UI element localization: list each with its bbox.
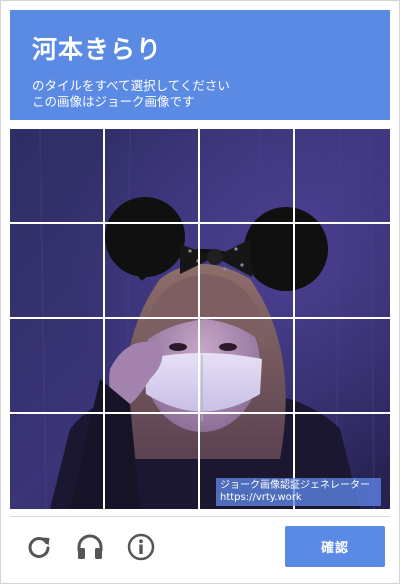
image-tile-grid: ジョーク画像認証ジェネレーター https://vrty.work — [10, 129, 390, 509]
watermark-title: ジョーク画像認証ジェネレーター — [220, 480, 370, 491]
grid-tile[interactable] — [295, 224, 390, 317]
grid-tile[interactable] — [200, 224, 293, 317]
verify-button[interactable]: 確認 — [285, 526, 385, 567]
watermark-url: https://vrty.work — [220, 492, 302, 503]
grid-tile[interactable] — [10, 319, 103, 412]
joke-notice-text: この画像はジョーク画像です — [32, 94, 195, 109]
grid-tile[interactable] — [200, 319, 293, 412]
grid-tile[interactable] — [105, 414, 198, 509]
reload-icon[interactable] — [24, 532, 54, 562]
grid-tile[interactable] — [295, 319, 390, 412]
grid-tile[interactable] — [10, 129, 103, 222]
grid-tile[interactable] — [200, 129, 293, 222]
generator-watermark: ジョーク画像認証ジェネレーター https://vrty.work — [216, 478, 381, 506]
grid-tile[interactable] — [10, 224, 103, 317]
captcha-header: 河本きらり のタイルをすべて選択してください この画像はジョーク画像です — [10, 10, 390, 120]
instruction-text: のタイルをすべて選択してください — [32, 78, 230, 93]
info-icon[interactable] — [126, 532, 156, 562]
grid-tile[interactable] — [105, 129, 198, 222]
grid-tile[interactable] — [10, 414, 103, 509]
captcha-widget: 河本きらり のタイルをすべて選択してください この画像はジョーク画像です ジョー… — [0, 0, 400, 584]
grid-tile[interactable] — [105, 224, 198, 317]
headphones-icon[interactable] — [75, 532, 105, 562]
grid-tile[interactable] — [295, 129, 390, 222]
captcha-title: 河本きらり — [32, 35, 163, 64]
grid-tile[interactable] — [105, 319, 198, 412]
footer-divider — [10, 516, 390, 517]
